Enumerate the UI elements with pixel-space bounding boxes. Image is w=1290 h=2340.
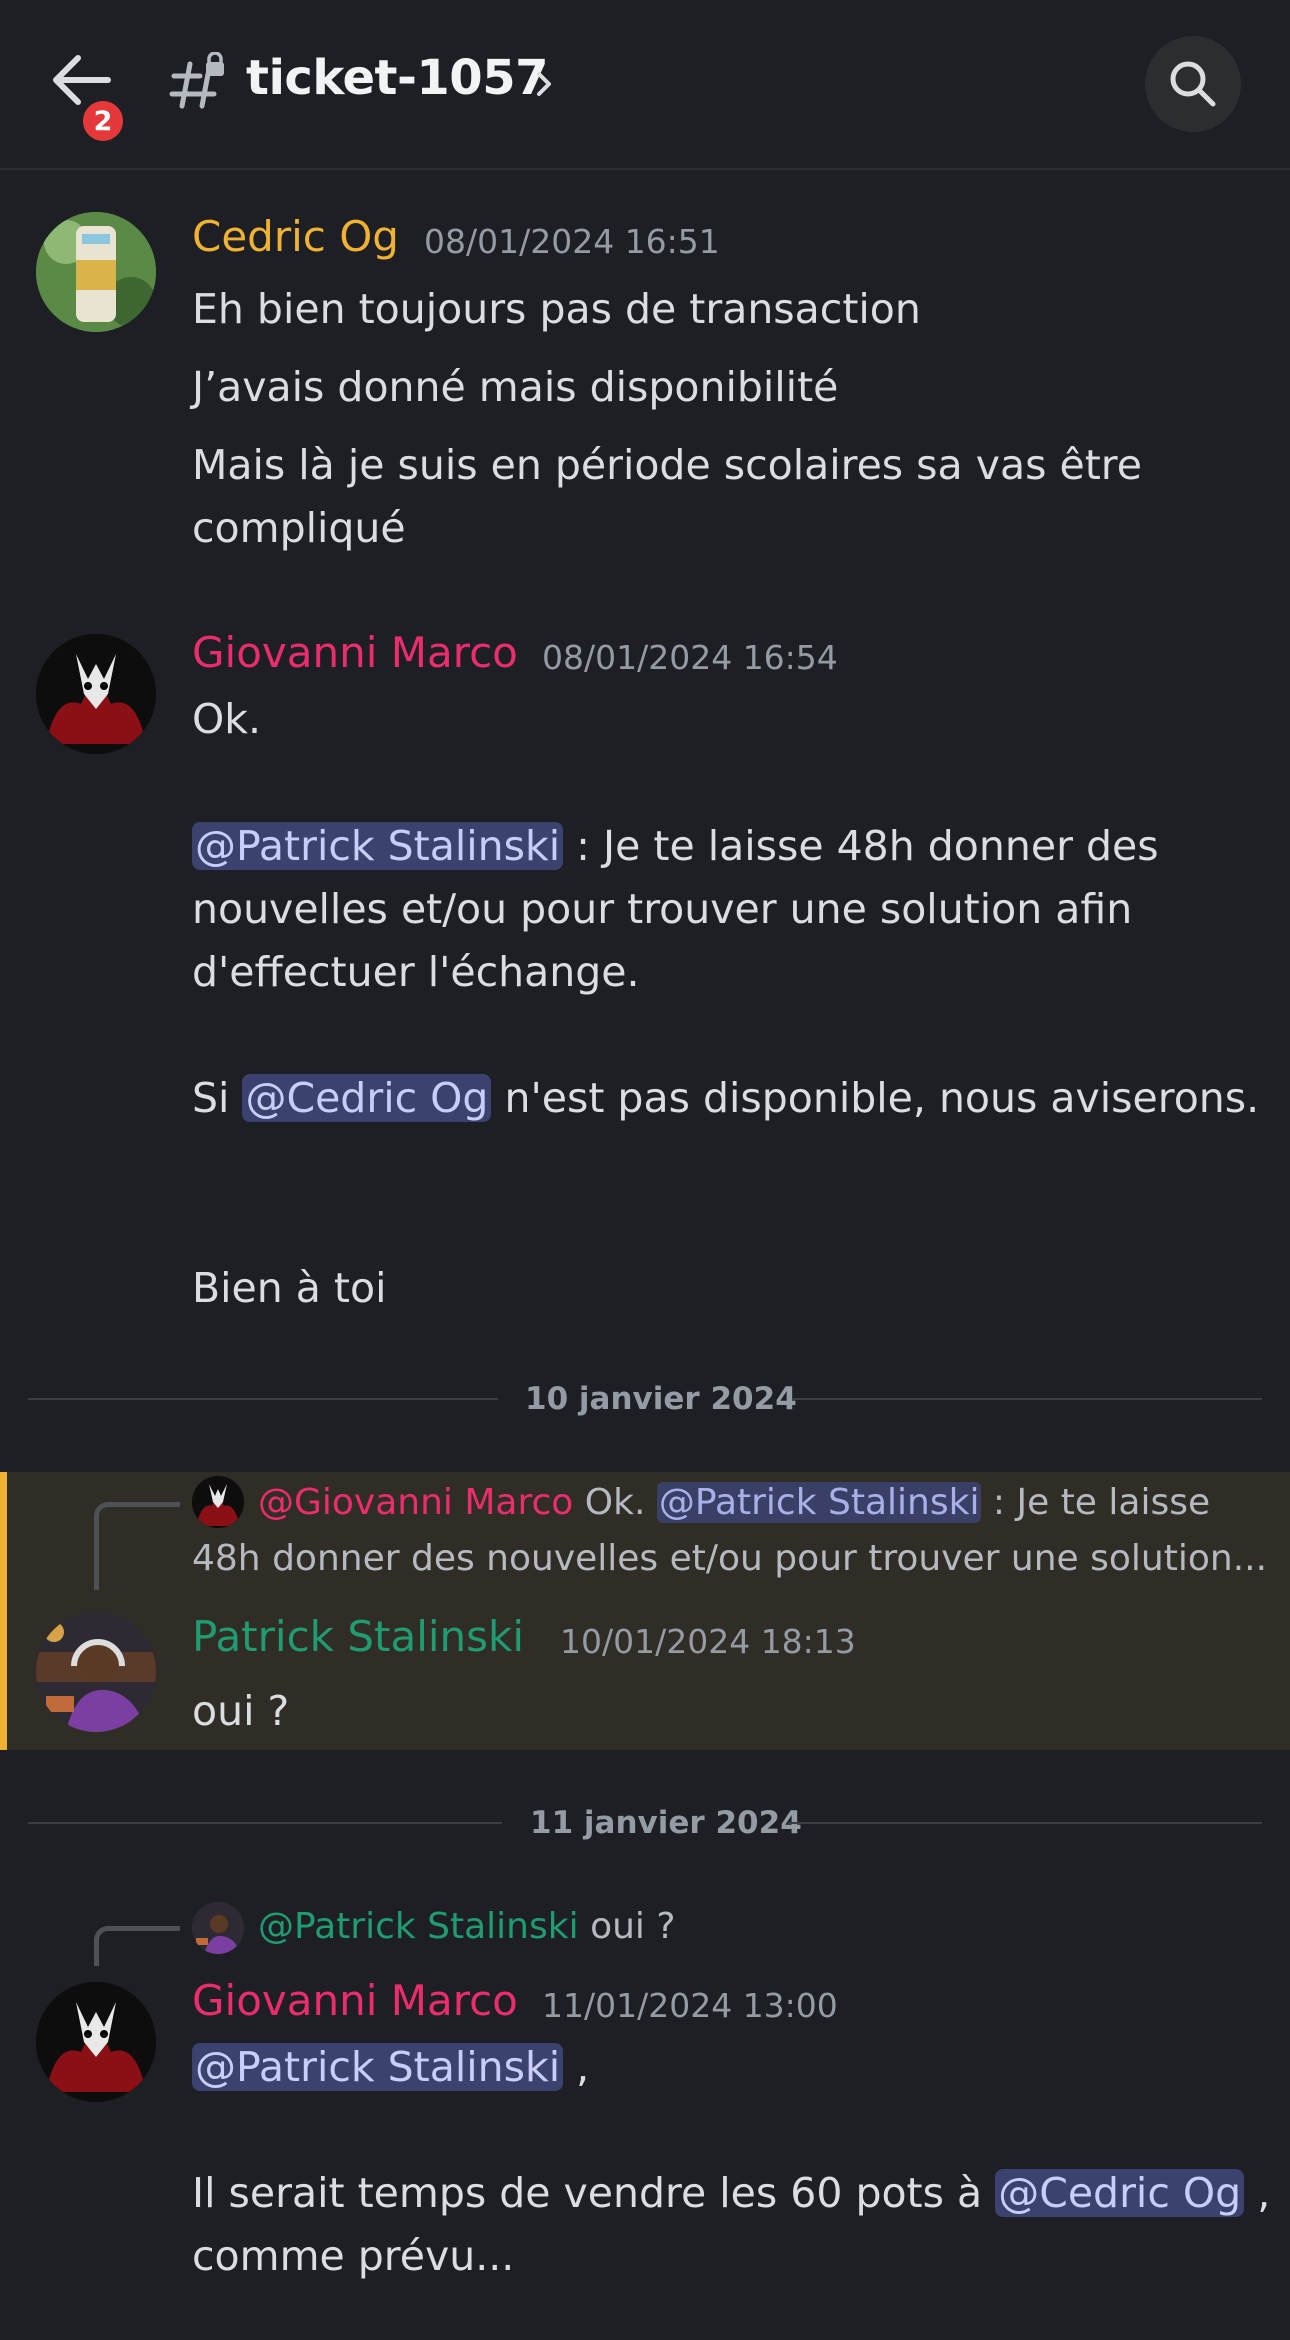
avatar-image [36,634,156,754]
user-mention[interactable]: @Patrick Stalinski [656,1482,982,1523]
message-timestamp: 08/01/2024 16:54 [542,638,838,677]
reply-preview-line: 48h donner des nouvelles et/ou pour trou… [192,1538,1268,1579]
avatar-patrick-stalinski[interactable] [36,1612,156,1732]
avatar-image [36,1982,156,2102]
message-text-fragment: , [1244,2169,1271,2217]
message-author[interactable]: Patrick Stalinski [192,1612,524,1661]
private-channel-hash-icon [169,52,224,109]
message-text: comme prévu... [192,2232,515,2280]
reply-avatar [192,1476,244,1528]
reply-connector [94,1502,180,1590]
date-divider-line [788,1822,1262,1824]
message-text: @Patrick Stalinski , [192,2036,589,2098]
reply-text-fragment: oui ? [590,1906,676,1947]
reply-preview[interactable]: @Patrick Stalinski oui ? [258,1906,675,1947]
message-text: Il serait temps de vendre les 60 pots à … [192,2162,1270,2224]
message-text: Si @Cedric Og n'est pas disponible, nous… [192,1067,1259,1129]
message-text: compliqué [192,504,406,552]
reply-author[interactable]: @Giovanni Marco [258,1482,573,1523]
message-text: d'effectuer l'échange. [192,948,640,996]
date-divider-line [792,1398,1262,1400]
reply-text-fragment: Ok. [584,1482,657,1523]
avatar-image [192,1476,244,1528]
date-divider: 11 janvier 2024 [530,1805,802,1841]
message-timestamp: 08/01/2024 16:51 [424,222,720,261]
avatar-cedric-og[interactable] [36,212,156,332]
message-text-fragment: Si [192,1074,243,1122]
reply-connector [94,1926,180,1966]
user-mention[interactable]: @Patrick Stalinski [192,822,564,870]
date-divider-line [28,1398,498,1400]
avatar-image [192,1902,244,1954]
message-text-fragment: , [563,2043,590,2091]
reply-text-fragment: : Je te laisse [981,1482,1211,1523]
message-author[interactable]: Cedric Og [192,212,399,261]
chevron-right-icon[interactable] [534,66,556,102]
user-mention[interactable]: @Patrick Stalinski [192,2043,564,2091]
reply-avatar [192,1902,244,1954]
search-button[interactable] [1145,36,1241,132]
unread-badge: 2 [78,96,128,146]
message-text-fragment: : Je te laisse 48h donner des [563,822,1159,870]
reply-author[interactable]: @Patrick Stalinski [258,1906,579,1947]
message-text: Mais là je suis en période scolaires sa … [192,441,1142,489]
reply-preview[interactable]: @Giovanni Marco Ok. @Patrick Stalinski :… [258,1482,1210,1523]
message-text: @Patrick Stalinski : Je te laisse 48h do… [192,815,1159,877]
message-timestamp: 11/01/2024 13:00 [542,1986,838,2025]
message-text: Bien à toi [192,1264,387,1312]
avatar-image [36,1612,156,1732]
message-text-fragment: n'est pas disponible, nous aviserons. [491,1074,1260,1122]
date-divider-line [28,1822,502,1824]
user-mention[interactable]: @Cedric Og [995,2169,1245,2217]
message-text: nouvelles et/ou pour trouver une solutio… [192,885,1133,933]
message-author[interactable]: Giovanni Marco [192,1976,518,2025]
message-author[interactable]: Giovanni Marco [192,628,518,677]
channel-name[interactable]: ticket-1057 [246,50,549,106]
channel-header: 2 ticket-1057 [0,0,1290,170]
avatar-image [36,212,156,332]
avatar-giovanni-marco[interactable] [36,634,156,754]
message-text: Ok. [192,695,262,743]
message-text: Eh bien toujours pas de transaction [192,285,921,333]
avatar-giovanni-marco[interactable] [36,1982,156,2102]
message-text: oui ? [192,1687,290,1735]
search-icon [1170,61,1216,107]
user-mention[interactable]: @Cedric Og [242,1074,492,1122]
message-text: J’avais donné mais disponibilité [192,363,839,411]
message-text-fragment: Il serait temps de vendre les 60 pots à [192,2169,996,2217]
message-timestamp: 10/01/2024 18:13 [560,1622,856,1661]
date-divider: 10 janvier 2024 [525,1381,797,1417]
